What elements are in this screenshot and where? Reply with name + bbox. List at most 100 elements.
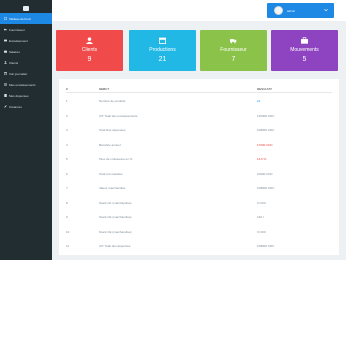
row-label: Taux de croissance en % [99,157,133,161]
summary-panel: # DEBUT RESULTAT 1 Nombre de produits 21 2 C… [59,79,339,255]
stat-card-label: Productions [149,47,176,53]
list-icon [4,83,7,86]
stat-card-value: 9 [87,56,92,63]
row-label: Stock CE (marchandise) [99,229,132,234]
row-result: 0 CDC [257,200,267,205]
stat-card-label: Mouvements [290,47,319,53]
topbar: admin [52,0,346,21]
table-row: 4 Benefice annuel 17000 CDC [59,138,339,152]
stat-card-3[interactable]: Mouvements 5 [271,30,338,71]
main-area: admin Clients 9 Productions 21 Fournisseur 7 M… [52,0,346,260]
row-result: 108000 CDC [257,186,275,190]
row-label: CtT Total des encaissements [99,113,138,118]
row-number: 2 [66,113,68,118]
stat-card-value: 5 [302,56,307,63]
briefcase-icon [271,37,338,44]
row-number: 9 [66,215,68,219]
row-result: 108000 CDC [257,128,275,132]
chevron-down-icon [324,8,328,12]
col-header-debut: DEBUT [99,87,110,91]
table-row: 2 CtT Total des encaissements 125000 CDC [59,109,339,123]
sidebar-item-7[interactable]: Mes dépenses [0,90,52,101]
row-label: Valeur marchandise [99,186,126,190]
edit-icon [4,105,7,108]
sidebar-item-label: Voir journalier [9,71,28,76]
stat-card-0[interactable]: Clients 9 [56,30,123,71]
row-number: 7 [66,186,68,190]
table-row: 9 Stock CE (marchandise) 140 l [59,210,339,224]
sidebar-item-6[interactable]: Mes encaissements [0,79,52,90]
table-row: 7 Valeur marchandise 108000 CDC [59,181,339,195]
row-label: Benefice annuel [99,142,121,147]
sidebar-item-label: Tableau de bord [9,16,31,21]
row-result: 125000 CDC [257,113,275,118]
row-result: 108000 CDC [257,244,275,248]
user-name: admin [287,8,296,13]
table-divider [66,92,332,93]
sidebar-logo[interactable] [0,3,52,13]
sidebar-item-2[interactable]: Encaissement [0,35,52,46]
sidebar-item-3[interactable]: Salaires [0,46,52,57]
receipt-icon [4,94,7,97]
sidebar-item-1[interactable]: Fournisseur [0,24,52,35]
dashboard-icon [4,17,7,20]
stat-card-label: Clients [81,47,98,53]
truck-icon [4,28,7,31]
row-number: 3 [66,128,68,132]
user-icon [56,37,123,44]
stat-card-2[interactable]: Fournisseur 7 [200,30,267,71]
table-row: 11 CtT Total des dépenses 108000 CDC [59,239,339,253]
col-header-resultat: RESULTAT [257,87,273,91]
row-result: 17000 CDC [257,142,273,147]
stat-card-value: 7 [231,56,236,63]
row-number: 11 [66,244,70,248]
sidebar-item-label: Salaires [9,49,20,54]
sidebar: Tableau de bord Fournisseur Encaissement Sa… [0,0,52,260]
sidebar-item-label: Encaissement [9,38,28,43]
table-row: 8 Stock CK (marchandise) 0 CDC [59,196,339,210]
row-label: Total commandes [99,171,123,176]
sidebar-item-0[interactable]: Tableau de bord [0,13,52,24]
cash-icon [4,39,7,42]
table-header: # DEBUT RESULTAT [59,85,339,91]
logo-icon [23,5,29,11]
row-label: Total Des dépenses [99,128,126,132]
wallet-icon [4,50,7,53]
sidebar-item-5[interactable]: Voir journalier [0,68,52,79]
user-icon [4,61,7,64]
row-label: Nombre de produits [99,99,126,103]
row-number: 5 [66,157,68,161]
table-row: 5 Taux de croissance en % 13.6 % [59,152,339,166]
stat-card-value: 21 [158,56,167,63]
sidebar-item-label: Clients [9,60,19,65]
row-label: Stock CK (marchandise) [99,200,132,205]
table-row: 1 Nombre de produits 21 [59,94,339,108]
sidebar-item-label: Mes encaissements [9,82,36,87]
table-row: 6 Total commandes 10000 CDC [59,167,339,181]
row-label: Stock CE (marchandise) [99,215,132,219]
sidebar-item-label: Fournisseur [9,27,25,32]
row-result: 0 CDC [257,229,267,234]
sidebar-item-8[interactable]: Créances [0,101,52,112]
stat-card-label: Fournisseur [220,47,247,53]
row-result: 13.6 % [257,157,267,161]
row-result: 10000 CDC [257,171,273,176]
row-number: 10 [66,229,70,234]
stat-card-1[interactable]: Productions 21 [129,30,196,71]
row-number: 8 [66,200,68,205]
table-row: 10 Stock CE (marchandise) 0 CDC [59,225,339,239]
sidebar-item-label: Créances [9,104,22,109]
sidebar-item-4[interactable]: Clients [0,57,52,68]
col-header-num: # [66,87,68,91]
table-row: 3 Total Des dépenses 108000 CDC [59,123,339,137]
row-number: 6 [66,171,68,176]
app-root: Tableau de bord Fournisseur Encaissement Sa… [0,0,346,346]
stat-cards: Clients 9 Productions 21 Fournisseur 7 Mouveme… [56,30,342,71]
user-menu-button[interactable]: admin [267,3,334,18]
avatar [274,6,283,15]
row-label: CtT Total des dépenses [99,244,131,248]
sidebar-item-label: Mes dépenses [9,93,29,98]
row-result: 140 l [257,215,264,219]
truck-icon [200,37,267,44]
row-number: 4 [66,142,68,147]
